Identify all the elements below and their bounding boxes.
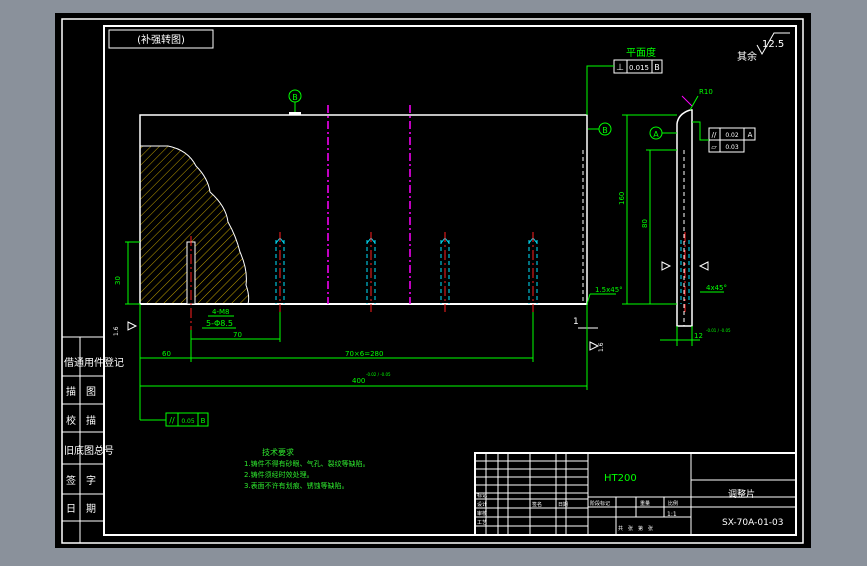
datum-b-right-label: B <box>602 126 608 135</box>
svg-text://: // <box>169 416 175 425</box>
sheet-count: 共 张 第 张 <box>618 525 653 532</box>
svg-text:B: B <box>201 417 206 425</box>
tech-req-item-3: 3.表面不许有划痕、锈蚀等缺陷。 <box>244 481 349 490</box>
view-title-label: (补强转图) <box>137 33 185 46</box>
stamp-row-1: 借通用件登记 <box>64 356 124 369</box>
right-chamfer-note: 1.5x45° <box>595 286 623 294</box>
stamp-row-3: 校 描 <box>66 414 96 427</box>
row-process: 工艺 <box>477 520 487 526</box>
stamp-row-6: 日 期 <box>66 503 96 515</box>
roughness-left: 1.6 <box>113 326 120 336</box>
hdr-ratio: 比例 <box>668 500 678 507</box>
row-design: 设计 <box>477 501 487 508</box>
tech-req-item-2: 2.铸件须经时效处理。 <box>244 470 314 479</box>
row-date: 日期 <box>558 502 568 508</box>
dim-overall-tol: -0.02 / -0.05 <box>366 372 391 377</box>
left-height-dim: 30 <box>114 276 122 285</box>
roughness-right: 1.6 <box>598 342 605 352</box>
flatness-label: 平面度 <box>626 46 656 59</box>
side-height-total: 160 <box>618 192 626 205</box>
stamp-row-2: 描 图 <box>66 385 96 398</box>
svg-text:⊥: ⊥ <box>616 63 624 73</box>
side-width: 12 <box>694 332 703 340</box>
hole-note: 5-Φ8.5 <box>206 319 233 328</box>
datum-b-label: B <box>292 93 298 102</box>
hdr-weight: 重量 <box>640 500 650 507</box>
svg-text:A: A <box>748 131 753 139</box>
svg-text:0.05: 0.05 <box>181 418 195 425</box>
hdr-stage: 阶段标记 <box>590 500 610 507</box>
svg-text:0.03: 0.03 <box>725 144 739 151</box>
dim-left-offset: 60 <box>162 350 171 358</box>
row-check: 审核 <box>477 510 487 517</box>
scale-value: 1:1 <box>667 511 677 518</box>
side-chamfer: 4x45° <box>706 284 727 292</box>
hole-thread-note: 4-M8 <box>212 308 229 316</box>
svg-text://: // <box>712 131 717 139</box>
dim-overall: 400 <box>352 377 365 385</box>
cad-drawing-viewport[interactable]: (补强转图) 12.5 其余 借通用件登记 描 图 校 描 旧底图总号 签 字 … <box>0 0 867 562</box>
part-name: 调整片 <box>728 488 755 500</box>
side-radius: R10 <box>699 88 713 96</box>
row-mark: 标记 <box>477 492 487 499</box>
dim-pitch-total: 70×6=280 <box>345 350 383 358</box>
tech-req-item-1: 1.铸件不得有砂眼、气孔、裂纹等缺陷。 <box>244 459 370 468</box>
drawing-number: SX-70A-01-03 <box>722 518 784 528</box>
side-height-inner: 80 <box>641 219 649 228</box>
roughness-value: 12.5 <box>762 39 784 50</box>
material-label: HT200 <box>604 473 637 484</box>
row-sign: 签名 <box>532 501 542 508</box>
svg-text:0.02: 0.02 <box>725 132 739 139</box>
svg-text:B: B <box>654 63 660 72</box>
stamp-row-4: 旧底图总号 <box>64 444 114 457</box>
drawing-canvas: (补强转图) 12.5 其余 借通用件登记 描 图 校 描 旧底图总号 签 字 … <box>55 13 811 548</box>
dim-pitch: 70 <box>233 331 242 339</box>
svg-text:0.015: 0.015 <box>629 64 649 72</box>
section-mark: 1 <box>573 317 579 327</box>
roughness-suffix: 其余 <box>737 50 757 63</box>
tech-req-title: 技术要求 <box>262 447 294 457</box>
datum-a-label: A <box>653 130 659 139</box>
side-width-tol: -0.01 / -0.05 <box>706 328 731 333</box>
stamp-row-5: 签 字 <box>66 474 96 487</box>
svg-text:▱: ▱ <box>711 143 717 151</box>
